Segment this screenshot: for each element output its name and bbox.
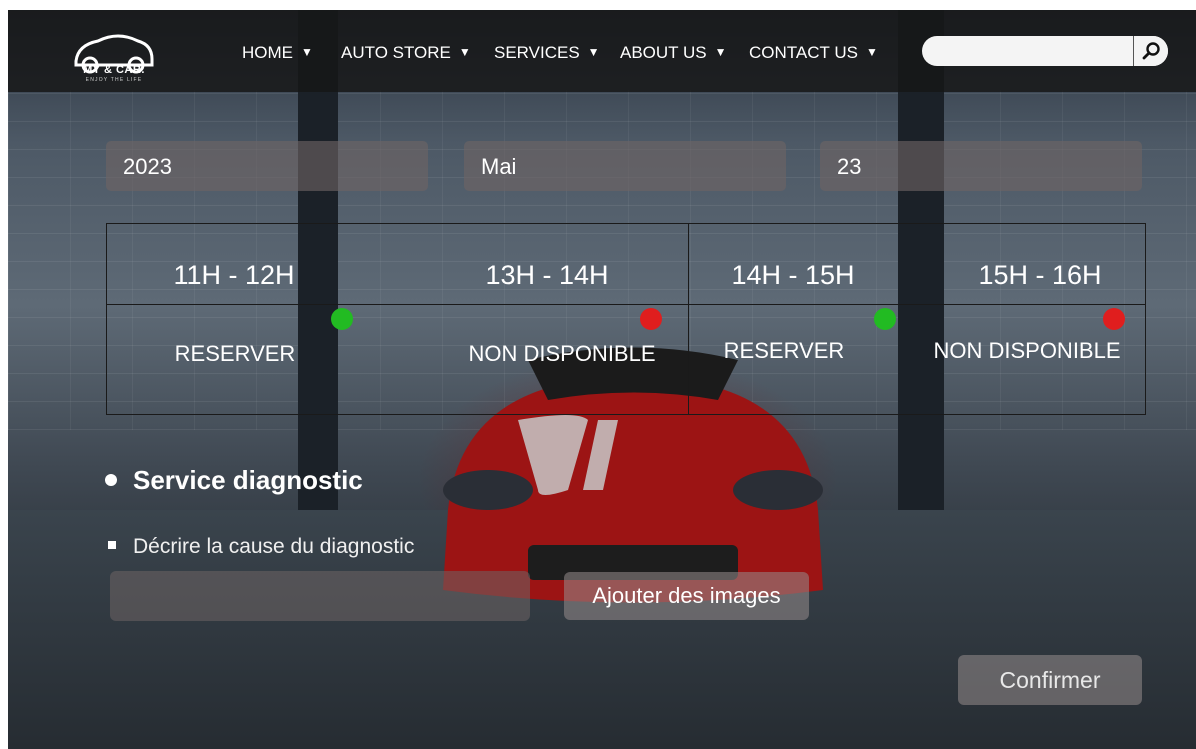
service-title-text: Service diagnostic (133, 465, 363, 495)
nav-contact-us-label: CONTACT US (749, 43, 858, 62)
search-button[interactable] (1133, 36, 1168, 66)
caret-down-icon: ▼ (301, 45, 313, 59)
service-description-text: Décrire la cause du diagnostic (133, 535, 415, 558)
service-title: Service diagnostic (105, 465, 363, 496)
nav-auto-store[interactable]: AUTO STORE ▼ (341, 43, 471, 63)
slot-4-time: 15H - 16H (978, 260, 1102, 290)
caret-down-icon: ▼ (458, 45, 471, 59)
nav-contact-us[interactable]: CONTACT US ▼ (749, 43, 878, 63)
search-icon (1142, 42, 1160, 60)
bullet-dot-icon (105, 474, 117, 486)
search-box (922, 36, 1168, 66)
diagnostic-description-field[interactable] (110, 571, 530, 621)
caret-down-icon: ▼ (714, 45, 727, 59)
slot-divider (688, 224, 689, 414)
slot-1-available-indicator (331, 308, 353, 330)
bullet-square-icon (108, 541, 116, 549)
day-select[interactable]: 23 (820, 141, 1142, 191)
slot-3-available-indicator (874, 308, 896, 330)
slot-1-reserve-button[interactable]: RESERVER (75, 341, 395, 367)
nav-services-label: SERVICES (494, 43, 580, 62)
nav-home-label: HOME (242, 43, 293, 62)
add-images-button[interactable]: Ajouter des images (564, 572, 809, 620)
slot-2-time: 13H - 14H (485, 260, 609, 290)
nav-home[interactable]: HOME ▼ (242, 43, 313, 63)
nav-auto-store-label: AUTO STORE (341, 43, 451, 62)
slot-4-status: NON DISPONIBLE (933, 338, 1121, 363)
slot-2-unavailable-indicator (640, 308, 662, 330)
time-slot-grid: 11H - 12H 13H - 14H 14H - 15H 15H - 16H … (106, 223, 1146, 415)
caret-down-icon: ▼ (865, 45, 878, 59)
caret-down-icon: ▼ (587, 45, 600, 59)
slot-3-time: 14H - 15H (731, 260, 855, 290)
nav-about-us[interactable]: ABOUT US ▼ (620, 43, 726, 63)
nav-services[interactable]: SERVICES ▼ (494, 43, 600, 63)
top-navbar: MY & CAR. ENJOY THE LIFE HOME ▼ AUTO STOR… (8, 10, 1196, 92)
brand-name: MY & CAR. (83, 64, 145, 76)
confirm-button[interactable]: Confirmer (958, 655, 1142, 705)
slot-4-unavailable-indicator (1103, 308, 1125, 330)
nav-about-us-label: ABOUT US (620, 43, 707, 62)
brand-tagline: ENJOY THE LIFE (85, 77, 143, 83)
month-select[interactable]: Mai (464, 141, 786, 191)
search-input[interactable] (934, 40, 1128, 64)
slot-1-time: 11H - 12H (173, 260, 295, 290)
page-background: MY & CAR. ENJOY THE LIFE HOME ▼ AUTO STOR… (8, 10, 1196, 749)
year-select[interactable]: 2023 (106, 141, 428, 191)
service-description-label: Décrire la cause du diagnostic (108, 535, 414, 559)
